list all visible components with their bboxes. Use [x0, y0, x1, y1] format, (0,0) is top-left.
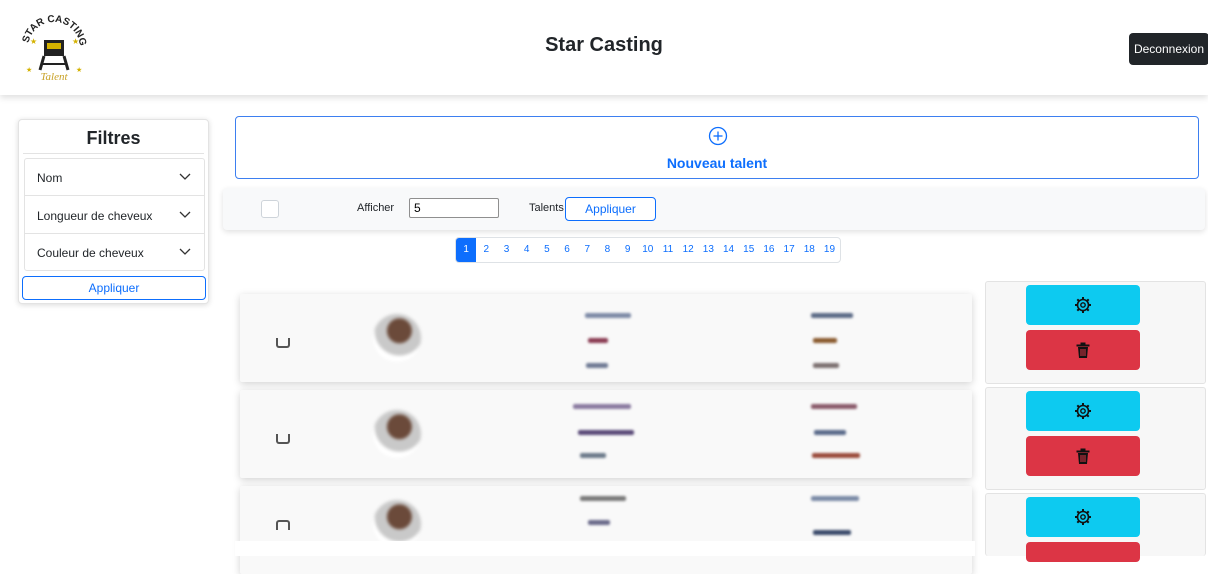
delete-talent-button[interactable]	[1026, 542, 1140, 562]
talent-avatar	[373, 410, 421, 458]
blurred-text	[814, 430, 846, 435]
blurred-text	[585, 313, 631, 318]
filters-accordion: Nom Longueur de cheveux Couleur de cheve…	[24, 158, 205, 271]
page-size-input[interactable]	[409, 198, 499, 218]
page-link-1[interactable]: 1	[456, 238, 477, 262]
page-link-14[interactable]: 14	[718, 238, 738, 262]
filter-item-couleur-cheveux[interactable]: Couleur de cheveux	[25, 234, 204, 271]
page-link-15[interactable]: 15	[739, 238, 759, 262]
blurred-text	[580, 496, 626, 501]
chevron-down-icon	[179, 173, 191, 180]
filters-title: Filtres	[86, 128, 141, 148]
trash-icon	[1076, 448, 1090, 464]
row-checkbox[interactable]	[276, 520, 290, 530]
trash-icon	[1076, 342, 1090, 358]
gear-icon	[1075, 297, 1091, 313]
blurred-text	[813, 338, 837, 343]
filter-item-label: Nom	[37, 171, 63, 185]
blurred-text	[813, 363, 839, 368]
page-size-apply-button[interactable]: Appliquer	[565, 197, 656, 221]
filters-apply-button[interactable]: Appliquer	[22, 276, 206, 300]
talent-row-actions	[985, 493, 1206, 562]
filters-divider	[23, 153, 204, 154]
page-link-13[interactable]: 13	[698, 238, 718, 262]
new-talent-button[interactable]: Nouveau talent	[235, 116, 1199, 179]
talents-label: Talents	[529, 202, 564, 214]
pagination: 1 2 3 4 5 6 7 8 9 10 11 12 13 14 15 16 17 18 19	[455, 237, 841, 263]
page-link-16[interactable]: 16	[759, 238, 779, 262]
talent-row-actions	[985, 281, 1206, 384]
edit-talent-button[interactable]	[1026, 285, 1140, 325]
svg-text:★: ★	[76, 66, 82, 74]
gear-icon	[1075, 509, 1091, 525]
blurred-text	[811, 404, 857, 409]
blurred-text	[578, 430, 634, 435]
filter-item-longueur-cheveux[interactable]: Longueur de cheveux	[25, 197, 204, 234]
logout-button[interactable]: Deconnexion	[1129, 33, 1208, 65]
chevron-down-icon	[179, 211, 191, 218]
page-link-4[interactable]: 4	[517, 238, 537, 262]
filter-item-label: Longueur de cheveux	[37, 209, 153, 223]
page-link-12[interactable]: 12	[678, 238, 698, 262]
filter-item-nom[interactable]: Nom	[25, 159, 204, 196]
blurred-text	[813, 530, 851, 535]
show-label: Afficher	[357, 202, 395, 214]
blurred-text	[588, 520, 610, 525]
plus-circle-icon	[708, 126, 728, 146]
talent-row[interactable]	[240, 390, 972, 478]
select-all-checkbox[interactable]	[261, 200, 279, 218]
blurred-text	[586, 363, 608, 368]
page-link-3[interactable]: 3	[496, 238, 516, 262]
blurred-text	[588, 338, 608, 343]
row-checkbox[interactable]	[276, 434, 290, 444]
page-link-2[interactable]: 2	[476, 238, 496, 262]
talent-row[interactable]	[240, 486, 972, 574]
talent-avatar	[373, 314, 421, 362]
delete-talent-button[interactable]	[1026, 330, 1140, 370]
blurred-text	[811, 496, 859, 501]
talent-row-actions	[985, 387, 1206, 490]
bottom-overlay	[235, 541, 975, 556]
edit-talent-button[interactable]	[1026, 497, 1140, 537]
new-talent-label: Nouveau talent	[666, 155, 768, 171]
app-title: Star Casting	[545, 34, 663, 56]
page-link-5[interactable]: 5	[537, 238, 557, 262]
blurred-text	[580, 453, 606, 458]
blurred-text	[812, 453, 860, 458]
edit-talent-button[interactable]	[1026, 391, 1140, 431]
page-link-9[interactable]: 9	[618, 238, 638, 262]
blurred-text	[573, 404, 631, 409]
svg-text:★: ★	[26, 66, 32, 74]
page-link-19[interactable]: 19	[819, 238, 839, 262]
page-link-8[interactable]: 8	[597, 238, 617, 262]
logo-subtext: Talent	[40, 71, 68, 83]
row-checkbox[interactable]	[276, 338, 290, 348]
app-header: STAR CASTING ★ ★ ★ ★ Talent Star Casting…	[0, 0, 1208, 95]
page-link-10[interactable]: 10	[638, 238, 658, 262]
page-link-7[interactable]: 7	[577, 238, 597, 262]
delete-talent-button[interactable]	[1026, 436, 1140, 476]
blurred-text	[811, 313, 853, 318]
page-link-11[interactable]: 11	[658, 238, 678, 262]
gear-icon	[1075, 403, 1091, 419]
list-toolbar: Afficher Talents Appliquer	[223, 188, 1205, 230]
filters-panel: Filtres Nom Longueur de cheveux Couleur …	[18, 119, 209, 304]
talent-row[interactable]	[240, 294, 972, 382]
filter-item-label: Couleur de cheveux	[37, 246, 144, 260]
page-link-17[interactable]: 17	[779, 238, 799, 262]
chevron-down-icon	[179, 248, 191, 255]
page-link-18[interactable]: 18	[799, 238, 819, 262]
page-link-6[interactable]: 6	[557, 238, 577, 262]
